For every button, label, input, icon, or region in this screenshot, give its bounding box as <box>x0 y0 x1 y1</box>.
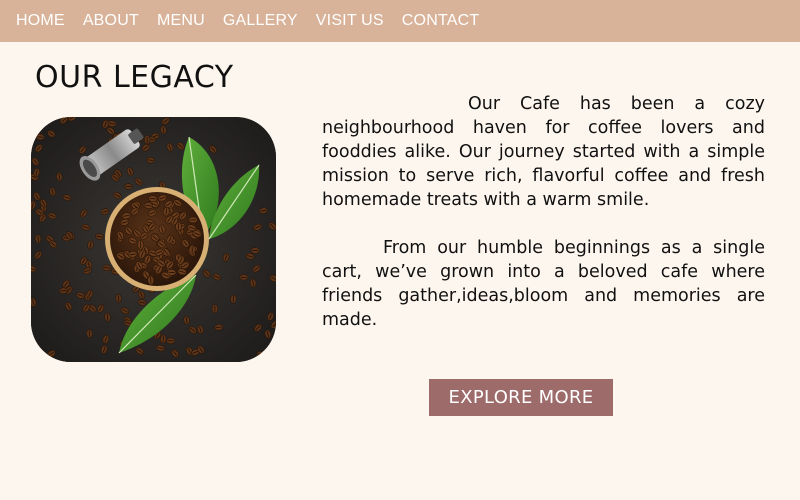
explore-more-button[interactable]: EXPLORE MORE <box>429 379 613 416</box>
nav-menu-link[interactable]: MENU <box>157 12 205 30</box>
nav-gallery-link[interactable]: GALLERY <box>223 12 298 30</box>
legacy-description: Our Cafe has been a cozy neighbourhood h… <box>322 92 765 332</box>
section-title: OUR LEGACY <box>35 60 234 95</box>
top-navigation-bar: HOME ABOUT MENU GALLERY VISIT US CONTACT <box>0 0 800 42</box>
coffee-beans-image <box>31 117 276 362</box>
nav-home-link[interactable]: HOME <box>16 12 65 30</box>
nav-contact-link[interactable]: CONTACT <box>402 12 480 30</box>
legacy-paragraph-2: From our humble beginnings as a single c… <box>322 238 765 330</box>
legacy-paragraph-1: Our Cafe has been a cozy neighbourhood h… <box>322 94 765 210</box>
nav-visit-us-link[interactable]: VISIT US <box>316 12 384 30</box>
nav-about-link[interactable]: ABOUT <box>83 12 139 30</box>
